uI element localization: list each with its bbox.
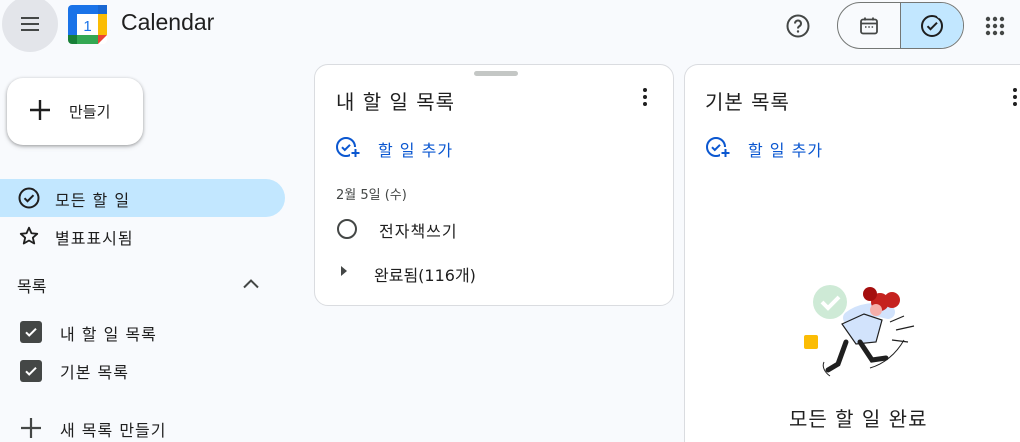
nav-all-tasks-label: 모든 할 일 [55, 191, 131, 210]
create-button[interactable]: 만들기 [7, 78, 143, 145]
top-app-bar: 1 Calendar [0, 0, 1020, 52]
more-vert-icon [643, 88, 647, 106]
nav-starred[interactable]: 별표표시됨 [0, 217, 285, 255]
completed-tasks-toggle[interactable]: 완료됨(116개) [335, 260, 535, 286]
completed-count-label: 완료됨(116개) [374, 266, 476, 285]
google-apps-button[interactable] [977, 8, 1013, 44]
all-done-illustration [804, 285, 915, 377]
new-list-button[interactable]: 새 목록 만들기 [18, 415, 218, 441]
help-circle-icon [786, 14, 810, 38]
more-vert-icon [1013, 88, 1017, 106]
plus-icon [30, 100, 50, 120]
task-list-card-default: 기본 목록 할 일 추가 [684, 64, 1020, 442]
tasks-view-toggle[interactable] [900, 3, 963, 48]
add-task-button[interactable]: 할 일 추가 [705, 132, 885, 162]
calendar-logo[interactable]: 1 [68, 5, 107, 44]
star-outline-icon [17, 224, 41, 248]
add-task-icon [336, 134, 361, 158]
calendar-view-toggle[interactable] [838, 3, 900, 48]
create-button-label: 만들기 [69, 103, 111, 121]
list-label-default: 기본 목록 [60, 363, 129, 382]
chevron-up-icon [243, 279, 259, 289]
date-heading: 2월 5일 (수) [336, 188, 407, 203]
card-title: 내 할 일 목록 [336, 90, 456, 114]
list-checkbox-default[interactable] [20, 360, 42, 382]
apps-grid-icon [985, 16, 1005, 36]
list-label-my-tasks: 내 할 일 목록 [60, 325, 157, 344]
expand-arrow-icon [341, 266, 347, 276]
list-options-button[interactable] [631, 83, 659, 111]
checkmark-icon [25, 327, 37, 337]
list-checkbox-my-tasks[interactable] [20, 321, 42, 343]
svg-text:1: 1 [83, 18, 91, 35]
app-title: Calendar [121, 9, 215, 35]
check-circle-icon [17, 186, 41, 210]
task-list-card-my-tasks: 내 할 일 목록 할 일 추가 2월 5일 (수) 전자책쓰기 완료됨(116개… [314, 64, 674, 306]
nav-starred-label: 별표표시됨 [55, 229, 134, 248]
checkmark-icon [25, 366, 37, 376]
list-options-button[interactable] [1001, 83, 1020, 111]
calendar-icon [860, 17, 878, 34]
view-toggle [837, 2, 964, 49]
add-task-label: 할 일 추가 [748, 141, 824, 160]
card-title: 기본 목록 [705, 90, 790, 114]
nav-all-tasks[interactable]: 모든 할 일 [0, 179, 285, 217]
plus-icon [21, 418, 41, 438]
add-task-label: 할 일 추가 [378, 141, 454, 160]
lists-heading: 목록 [17, 277, 47, 296]
drag-handle[interactable] [474, 71, 518, 76]
all-tasks-done-message: 모든 할 일 완료 [789, 407, 928, 431]
hamburger-menu-icon [21, 17, 39, 31]
task-complete-toggle[interactable] [337, 219, 357, 239]
help-button[interactable] [780, 8, 816, 44]
task-item[interactable]: 전자책쓰기 [335, 215, 655, 243]
task-title[interactable]: 전자책쓰기 [379, 218, 458, 242]
new-list-label: 새 목록 만들기 [60, 421, 167, 440]
add-task-icon [706, 134, 731, 158]
lists-collapse-button[interactable] [236, 269, 266, 299]
tasks-check-icon [921, 12, 943, 37]
add-task-button[interactable]: 할 일 추가 [335, 132, 515, 162]
main-menu-button[interactable] [2, 0, 58, 52]
